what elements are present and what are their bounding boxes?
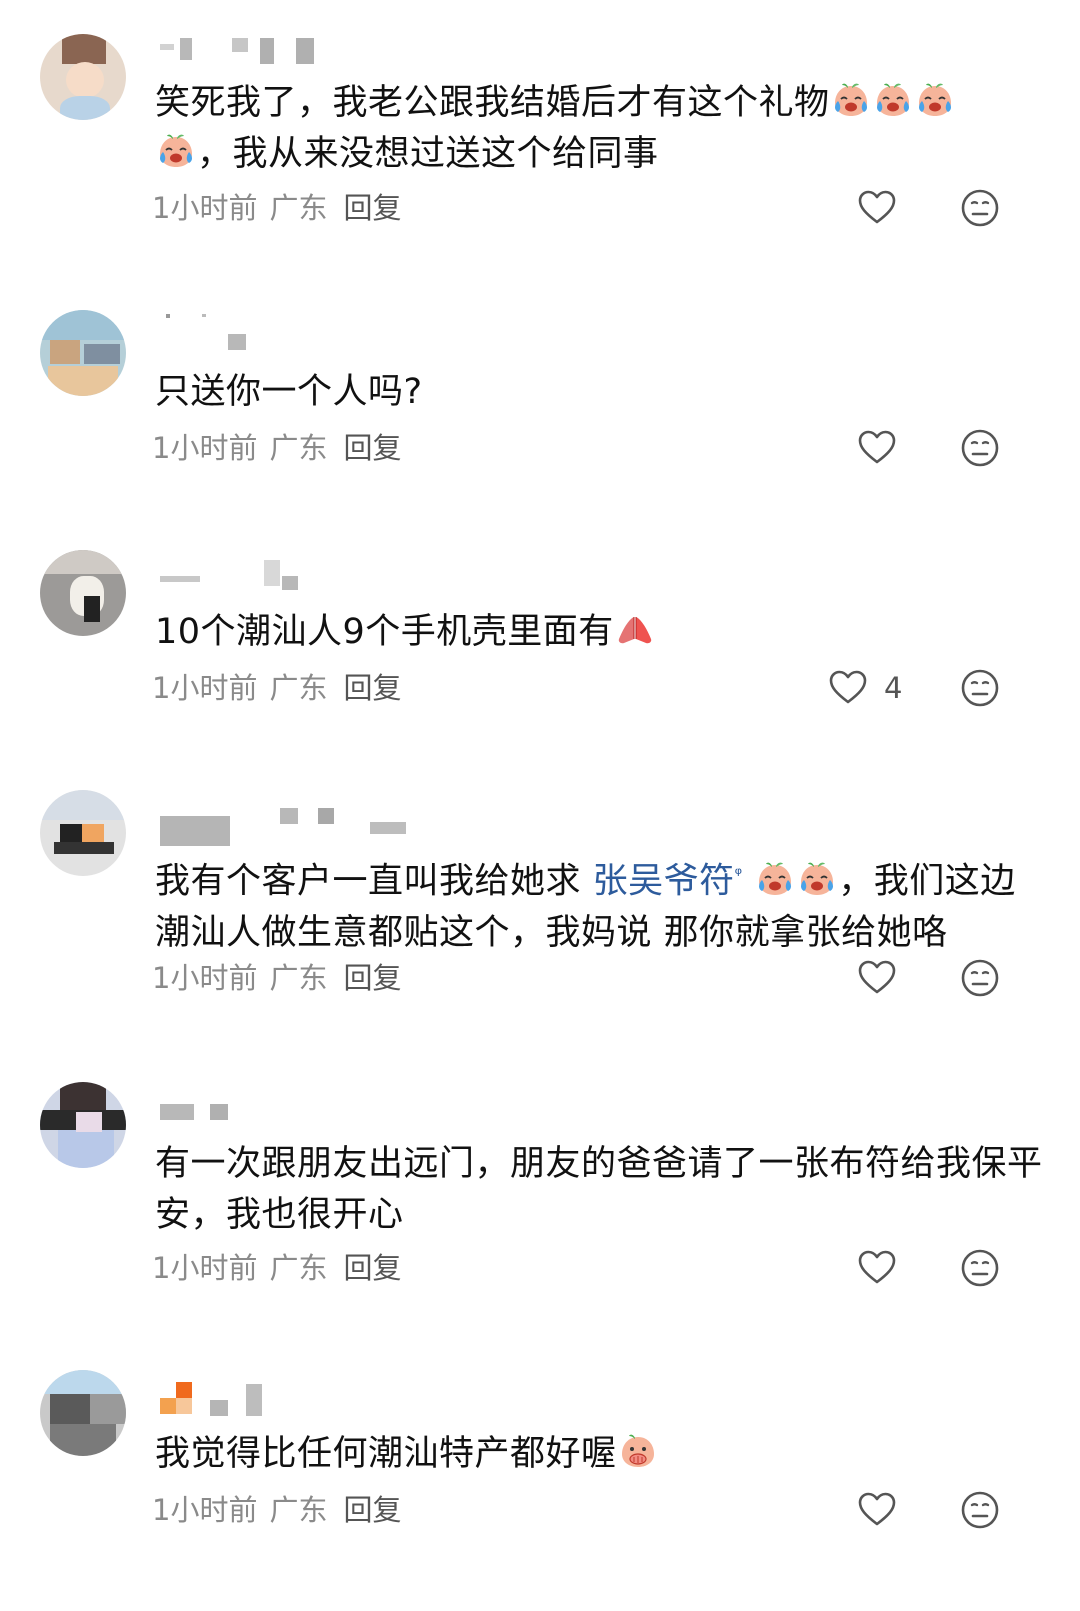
- reply-button[interactable]: 回复: [343, 191, 401, 225]
- comment-time: 1小时前: [152, 431, 258, 465]
- comment-text: 我觉得比任何潮汕特产都好喔: [155, 1429, 1045, 1480]
- heart-outline-icon[interactable]: [857, 1248, 897, 1288]
- comment-location: 广东: [269, 191, 328, 225]
- crying-laughing-peach-emoji: [755, 861, 795, 897]
- heart-outline-icon[interactable]: [857, 958, 897, 998]
- heart-outline-icon[interactable]: [857, 428, 897, 468]
- comment-time: 1小时前: [152, 961, 258, 995]
- avatar[interactable]: [40, 1370, 126, 1456]
- heart-outline-icon[interactable]: [857, 1490, 897, 1530]
- reply-button[interactable]: 回复: [343, 961, 401, 995]
- heart-outline-icon[interactable]: [828, 668, 868, 708]
- neutral-face-icon[interactable]: [960, 668, 1000, 708]
- mention-link[interactable]: 张吴爷符: [593, 862, 735, 902]
- praying-hands-emoji: [615, 611, 655, 647]
- comment-location: 广东: [269, 671, 328, 705]
- reply-button[interactable]: 回复: [343, 671, 401, 705]
- comment-location: 广东: [269, 431, 328, 465]
- heart-outline-icon[interactable]: [857, 188, 897, 228]
- comment-meta: 1小时前 广东 回复: [152, 1490, 413, 1530]
- comment-time: 1小时前: [152, 191, 258, 225]
- like-count: 4: [884, 671, 903, 705]
- crying-laughing-peach-emoji: [797, 861, 837, 897]
- neutral-face-icon[interactable]: [960, 1490, 1000, 1530]
- reply-button[interactable]: 回复: [343, 1251, 401, 1285]
- neutral-face-icon[interactable]: [960, 958, 1000, 998]
- avatar[interactable]: [40, 34, 126, 120]
- crying-laughing-peach-emoji: [915, 82, 955, 118]
- reply-button[interactable]: 回复: [343, 1493, 401, 1527]
- comment-meta: 1小时前 广东 回复: [152, 428, 413, 468]
- avatar[interactable]: [40, 790, 126, 876]
- comment-location: 广东: [269, 961, 328, 995]
- neutral-face-icon[interactable]: [960, 428, 1000, 468]
- comment-text: 10个潮汕人9个手机壳里面有: [155, 607, 1045, 658]
- avatar[interactable]: [40, 1082, 126, 1168]
- peach-covering-mouth-emoji: [618, 1433, 658, 1469]
- comment-time: 1小时前: [152, 1251, 258, 1285]
- comment-text: 我有个客户一直叫我给她求 张吴爷符ᵠ ，我们这边潮汕人做生意都贴这个，我妈说 那…: [155, 861, 1016, 953]
- comment-time: 1小时前: [152, 671, 258, 705]
- avatar[interactable]: [40, 550, 126, 636]
- comment-time: 1小时前: [152, 1493, 258, 1527]
- comment-text: 只送你一个人吗?: [155, 372, 423, 412]
- comment-meta: 1小时前 广东 回复: [152, 958, 413, 998]
- reply-button[interactable]: 回复: [343, 431, 401, 465]
- comment-meta: 1小时前 广东 回复: [152, 668, 413, 708]
- crying-laughing-peach-emoji: [156, 133, 196, 169]
- comment-meta: 1小时前 广东 回复: [152, 188, 413, 228]
- neutral-face-icon[interactable]: [960, 188, 1000, 228]
- comment-text: 有一次跟朋友出远门，朋友的爸爸请了一张布符给我保平安，我也很开心: [155, 1144, 1043, 1235]
- comment-text: 笑死我了，我老公跟我结婚后才有这个礼物 ，我从来没想过送这个给同事: [155, 78, 1045, 180]
- search-icon[interactable]: ᵠ: [735, 864, 743, 885]
- neutral-face-icon[interactable]: [960, 1248, 1000, 1288]
- comment-location: 广东: [269, 1493, 328, 1527]
- comment-meta: 1小时前 广东 回复: [152, 1248, 413, 1288]
- comment-location: 广东: [269, 1251, 328, 1285]
- crying-laughing-peach-emoji: [873, 82, 913, 118]
- avatar[interactable]: [40, 310, 126, 396]
- crying-laughing-peach-emoji: [831, 82, 871, 118]
